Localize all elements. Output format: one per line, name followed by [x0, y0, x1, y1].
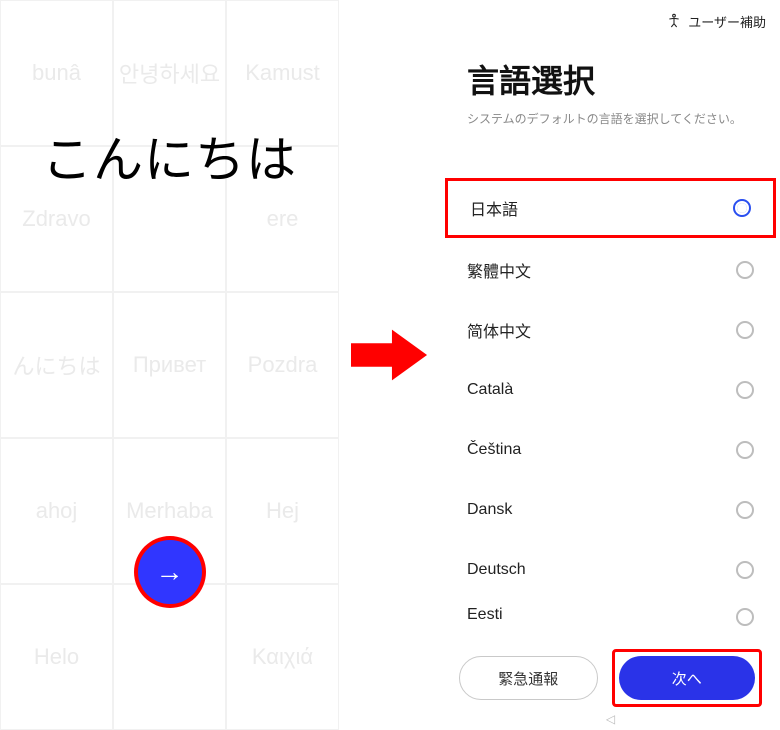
radio-selected-icon [733, 199, 751, 217]
language-select-screen: ユーザー補助 言語選択 システムのデフォルトの言語を選択してください。 日本語 … [441, 0, 780, 730]
radio-unselected-icon [736, 261, 754, 279]
bg-word: Helo [0, 584, 113, 730]
bg-word: Привет [113, 292, 226, 438]
radio-unselected-icon [736, 561, 754, 579]
radio-unselected-icon [736, 441, 754, 459]
language-label: Dansk [467, 501, 512, 519]
next-button-highlight: 次へ [612, 649, 763, 707]
bg-word: Hej [226, 438, 339, 584]
bg-word: Καιχιά [226, 584, 339, 730]
radio-unselected-icon [736, 381, 754, 399]
greeting-grid: bunâ 안녕하세요 Kamust Zdravo ere んにちは Привет… [0, 0, 339, 730]
radio-unselected-icon [736, 501, 754, 519]
language-option[interactable]: 繁體中文 [441, 240, 780, 300]
welcome-screen: bunâ 안녕하세요 Kamust Zdravo ere んにちは Привет… [0, 0, 339, 730]
language-option-japanese[interactable]: 日本語 [445, 178, 776, 238]
language-label: 简体中文 [467, 318, 531, 342]
language-label: Català [467, 381, 513, 399]
language-list[interactable]: 日本語 繁體中文 简体中文 Català Čeština Dansk [441, 178, 780, 648]
language-label: Eesti [467, 606, 503, 624]
language-option[interactable]: Eesti [441, 600, 780, 630]
language-option[interactable]: 简体中文 [441, 300, 780, 360]
page-subtitle: システムのデフォルトの言語を選択してください。 [441, 106, 780, 143]
radio-unselected-icon [736, 321, 754, 339]
emergency-call-label: 緊急通報 [498, 668, 558, 689]
language-label: 日本語 [470, 196, 518, 220]
radio-unselected-icon [736, 608, 754, 626]
bg-word: Pozdra [226, 292, 339, 438]
language-label: Čeština [467, 441, 521, 459]
language-option[interactable]: Deutsch [441, 540, 780, 600]
next-button-label: 次へ [672, 668, 702, 689]
nav-back-icon[interactable]: ◁ [606, 712, 615, 726]
transition-arrow-icon [350, 325, 430, 385]
language-option[interactable]: Dansk [441, 480, 780, 540]
language-option[interactable]: Čeština [441, 420, 780, 480]
bottom-action-bar: 緊急通報 次へ [441, 648, 780, 708]
language-label: Deutsch [467, 561, 526, 579]
continue-button-highlight: → [134, 536, 206, 608]
language-option[interactable]: Català [441, 360, 780, 420]
accessibility-icon [666, 13, 682, 29]
current-greeting: こんにちは [0, 120, 339, 192]
next-button[interactable]: 次へ [619, 656, 756, 700]
language-label: 繁體中文 [467, 258, 531, 282]
continue-button[interactable]: → [138, 540, 202, 604]
emergency-call-button[interactable]: 緊急通報 [459, 656, 598, 700]
page-title: 言語選択 [441, 42, 780, 106]
bg-word: ahoj [0, 438, 113, 584]
top-bar: ユーザー補助 [441, 0, 780, 42]
bg-word: んにちは [0, 292, 113, 438]
arrow-right-icon: → [156, 556, 184, 588]
accessibility-link[interactable]: ユーザー補助 [688, 12, 766, 31]
